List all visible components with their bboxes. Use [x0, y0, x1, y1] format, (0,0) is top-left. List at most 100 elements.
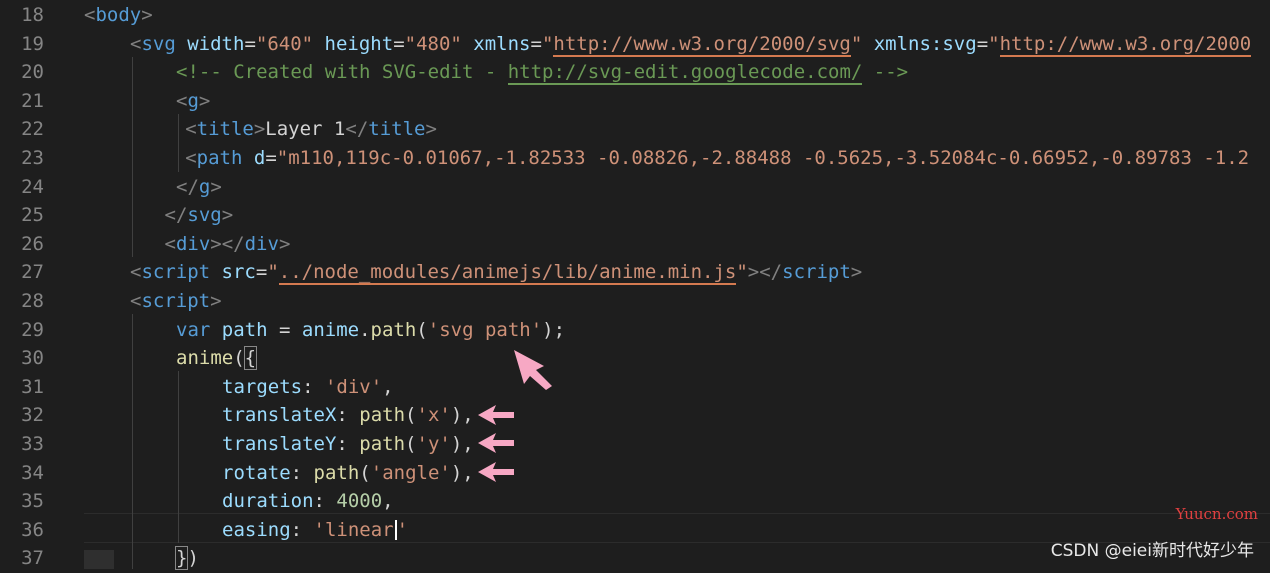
code-token: </ [176, 175, 199, 198]
code-token: svg [187, 204, 222, 227]
code-token: ></ [210, 232, 245, 255]
code-line[interactable]: 26 <div></div> [0, 230, 1270, 259]
code-line[interactable]: 24 </g> [0, 173, 1270, 202]
code-line[interactable]: 27 <script src="../node_modules/animejs/l… [0, 258, 1270, 287]
line-number: 22 [21, 118, 44, 141]
code-token: d [253, 147, 266, 169]
code-token: http://www.w3.org/2000/svg [553, 32, 851, 57]
code-token: rotate [222, 461, 291, 484]
annotation-arrow-icon [478, 405, 514, 425]
line-number: 19 [21, 32, 44, 55]
code-line[interactable]: 23 <path d="m110,119c-0.01067,-1.82533 -0… [0, 144, 1270, 173]
code-line[interactable]: 21 <g> [0, 87, 1270, 116]
code-token: g [187, 89, 199, 112]
code-token: easing [222, 518, 291, 541]
code-line[interactable]: 19 <svg width="640" height="480" xmlns="h… [0, 30, 1270, 59]
code-token: --> [862, 61, 909, 84]
code-token: http://www.w3.org/2000 [999, 32, 1252, 57]
code-text: translateY: path('y'), [222, 430, 474, 459]
code-token: > [278, 232, 291, 255]
code-token: path [313, 461, 360, 484]
code-token: Layer 1 [265, 118, 346, 141]
code-token: script [782, 261, 851, 284]
code-line[interactable]: 35 duration: 4000, [0, 487, 1270, 516]
code-token: : [313, 490, 337, 513]
line-number: 29 [21, 318, 44, 341]
code-token: < [176, 89, 188, 112]
annotation-arrow-icon [514, 350, 552, 390]
code-line[interactable]: 28 <script> [0, 287, 1270, 316]
code-text: <!-- Created with SVG-edit - http://svg-… [176, 58, 908, 87]
code-token: ( [233, 347, 245, 370]
code-text: anime({ [176, 344, 258, 373]
code-token: ( [359, 461, 371, 484]
code-token: = [976, 32, 989, 55]
code-token: > [198, 89, 211, 112]
code-token: > [850, 261, 863, 284]
code-token: svg [141, 32, 176, 55]
code-token: targets [222, 375, 303, 398]
code-token: ../node_modules/animejs/lib/anime.min.js [278, 261, 737, 286]
code-token: ></ [747, 261, 783, 284]
code-token: xmlns [473, 32, 531, 55]
line-number: 18 [21, 4, 44, 26]
code-token: src [221, 261, 256, 284]
code-token: ); [542, 318, 566, 341]
code-token: 'div' [324, 375, 383, 398]
code-token: . [359, 318, 371, 341]
code-text: <script src="../node_modules/animejs/lib… [130, 258, 862, 287]
code-token: = [265, 147, 277, 169]
code-text: var path = anime.path('svg path'); [176, 316, 565, 345]
code-token: = [530, 32, 542, 55]
code-token: > [425, 118, 437, 141]
code-token: < [164, 232, 176, 255]
code-token: 'angle' [370, 461, 451, 484]
code-token: translateX [222, 404, 337, 427]
code-line[interactable]: 32 translateX: path('x'), [0, 401, 1270, 430]
code-text: <div></div> [165, 230, 291, 259]
code-text: </g> [176, 173, 222, 202]
line-number: 25 [21, 204, 44, 227]
code-token: , [382, 375, 394, 398]
code-token: " [736, 261, 748, 284]
code-line[interactable]: 18 <body> [0, 1, 1270, 30]
code-token: g [198, 175, 211, 198]
code-line[interactable]: 25 </svg> [0, 201, 1270, 230]
watermark-author: CSDN @eiei新时代好少年 [1050, 541, 1254, 561]
code-token: "640" [255, 32, 314, 55]
code-line[interactable]: 31 targets: 'div', [0, 373, 1270, 402]
code-line[interactable]: 20 <!-- Created with SVG-edit - http://sv… [0, 58, 1270, 87]
code-text: <script> [130, 287, 222, 316]
annotation-arrow-icon [478, 433, 514, 453]
code-token: script [141, 290, 211, 312]
code-line[interactable]: 30 anime({ [0, 344, 1270, 373]
code-token: title [368, 118, 426, 141]
code-token: < [130, 32, 142, 55]
code-token: < [130, 261, 142, 284]
code-line[interactable]: 33 translateY: path('y'), [0, 430, 1270, 459]
code-text: <title>Layer 1</title> [185, 115, 437, 144]
code-token: ' [396, 518, 409, 541]
code-line[interactable]: 34 rotate: path('angle'), [0, 459, 1270, 488]
line-number: 31 [21, 375, 44, 398]
line-number: 30 [21, 347, 44, 370]
code-token: anime [176, 347, 234, 370]
code-token: , [382, 490, 394, 513]
code-token: < [185, 147, 197, 169]
code-token: div [175, 232, 211, 255]
code-token: : [290, 518, 314, 541]
code-token: ( [416, 318, 428, 341]
code-token: ), [450, 404, 474, 427]
code-editor[interactable]: 18 <body> 19 <svg width="640" height="480" … [0, 0, 1270, 571]
code-token: translateY [222, 433, 337, 455]
code-token: duration [222, 490, 314, 513]
code-token: </ [164, 204, 188, 227]
code-token: anime [301, 318, 360, 341]
line-number: 32 [21, 404, 44, 427]
code-line[interactable]: 22 <title>Layer 1</title> [0, 115, 1270, 144]
code-line[interactable]: 29 var path = anime.path('svg path'); [0, 316, 1270, 345]
code-text: easing: 'linear ' [222, 516, 408, 545]
code-token: ( [405, 404, 417, 427]
